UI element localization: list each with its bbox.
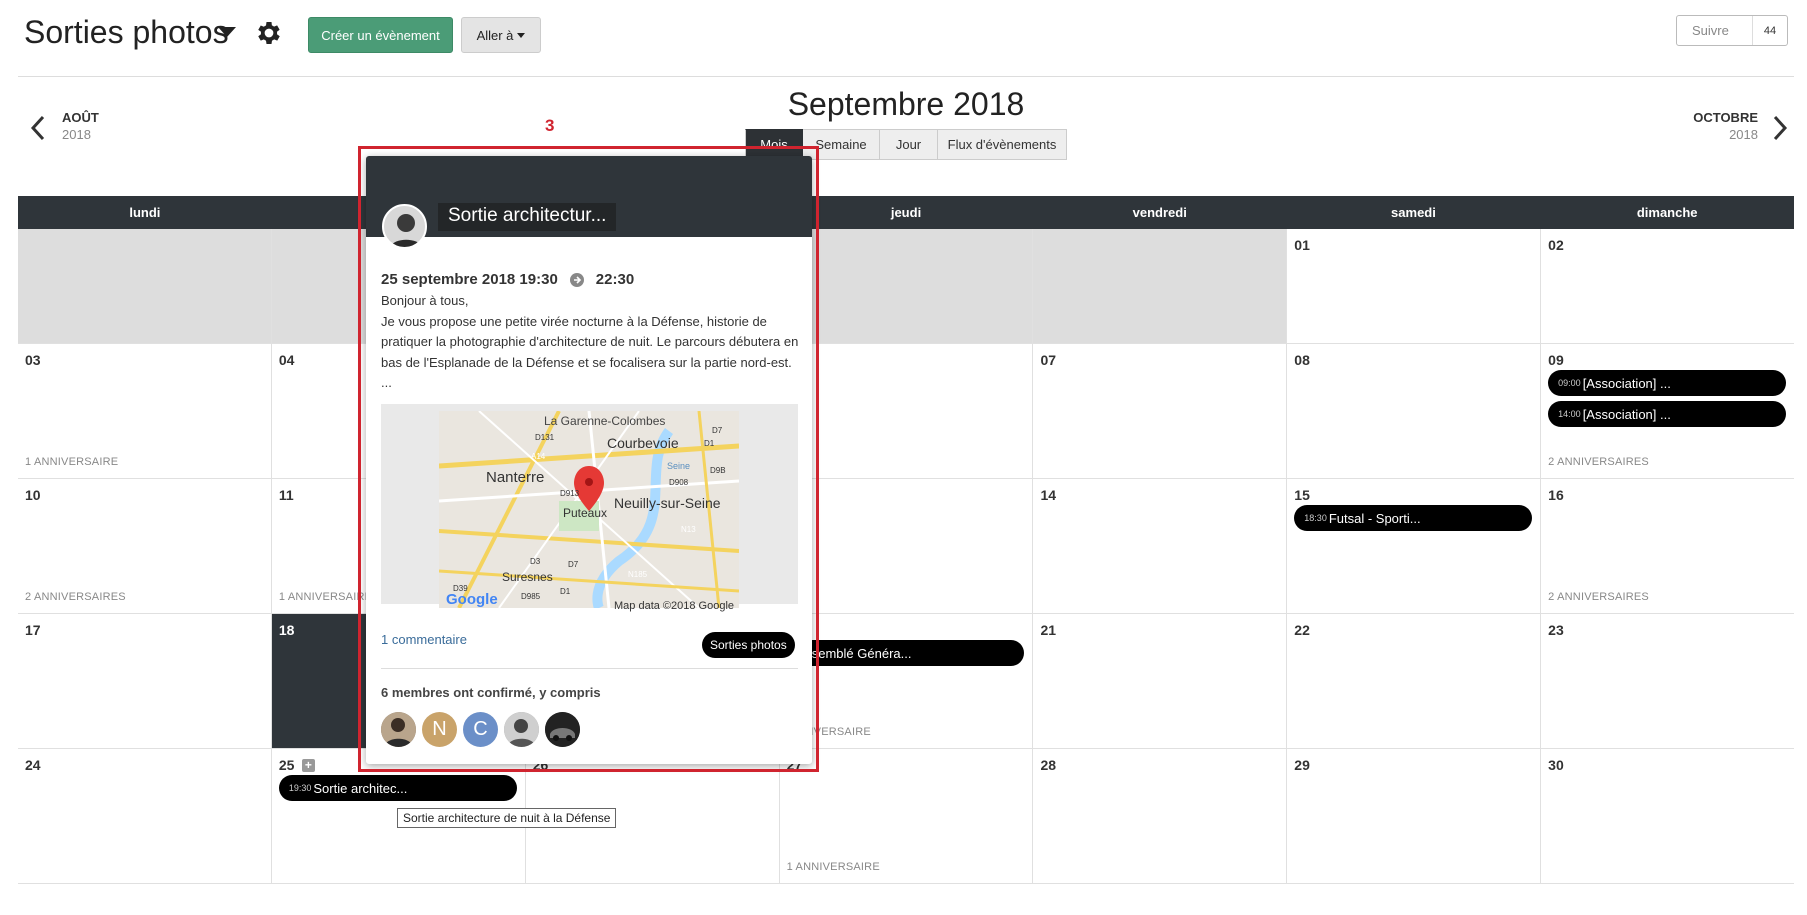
gear-icon[interactable] <box>254 18 284 48</box>
anniversary-count[interactable]: 1 ANNIVERSAIRE <box>25 456 118 468</box>
chevron-right-icon[interactable] <box>1770 114 1790 142</box>
calendar-week: 102 ANNIVERSAIRES 111 ANNIVERSAIRE 12 13… <box>18 479 1794 614</box>
create-event-button[interactable]: Créer un évènement <box>308 17 453 53</box>
event-title: [Association] ... <box>1582 406 1671 422</box>
day-number: 17 <box>25 622 41 638</box>
event-time: 09:00 <box>1558 378 1581 388</box>
event-title: Sortie architec... <box>313 780 408 796</box>
caret-down-icon[interactable] <box>218 27 236 37</box>
top-bar: Sorties photos Créer un évènement Aller … <box>0 0 1807 76</box>
divider <box>18 76 1794 77</box>
day-cell[interactable]: 14 <box>1032 479 1286 613</box>
day-number: 01 <box>1294 237 1310 253</box>
day-number: 28 <box>1040 757 1057 773</box>
weekday-label: samedi <box>1391 205 1436 220</box>
calendar-week: 031 ANNIVERSAIRE 04 05 06 07 08 09 09:00… <box>18 344 1794 479</box>
day-cell[interactable]: 03 1 ANNIVERSAIRE <box>18 344 271 478</box>
day-number: 02 <box>1548 237 1564 253</box>
day-cell[interactable]: 07 <box>1032 344 1286 478</box>
add-event-icon[interactable]: + <box>301 759 315 772</box>
highlight-box <box>358 146 819 772</box>
anniversary-count[interactable]: 2 ANNIVERSAIRES <box>1548 456 1649 468</box>
day-number: 16 <box>1548 487 1564 503</box>
day-number: 22 <box>1294 622 1310 638</box>
next-year-label: 2018 <box>1729 127 1758 142</box>
weekday-label: dimanche <box>1636 205 1698 220</box>
caret-down-icon <box>517 32 526 38</box>
event-time: 19:30 <box>288 783 312 793</box>
day-cell[interactable]: 24 <box>18 749 271 883</box>
goto-label: Aller à <box>476 27 514 43</box>
event-time: 14:00 <box>1558 409 1581 419</box>
day-number: 23 <box>1548 622 1564 638</box>
day-cell[interactable]: 10 2 ANNIVERSAIRES <box>18 479 271 613</box>
tab-feed[interactable]: Flux d'évènements <box>938 129 1067 160</box>
calendar-week: 01 02 <box>18 229 1794 344</box>
day-cell[interactable]: 08 <box>1286 344 1540 478</box>
day-cell[interactable]: 01 <box>1286 229 1540 343</box>
day-number: 03 <box>25 352 41 368</box>
day-number: 10 <box>25 487 41 503</box>
event-title: [Association] ... <box>1582 375 1671 391</box>
day-number: 07 <box>1040 352 1057 368</box>
day-cell[interactable]: 23 <box>1540 614 1794 748</box>
day-number: 08 <box>1294 352 1310 368</box>
event-pill[interactable]: Assemblé Généra... <box>786 640 1025 666</box>
day-number: 25 <box>278 757 295 773</box>
event-pill[interactable]: 09:00 [Association] ... <box>1548 370 1787 396</box>
day-number: 18 <box>278 622 295 638</box>
day-number: 30 <box>1548 757 1564 773</box>
event-pill[interactable]: 14:00 [Association] ... <box>1548 401 1787 427</box>
day-cell[interactable]: 29 <box>1286 749 1540 883</box>
day-cell[interactable]: 17 <box>18 614 271 748</box>
day-cell[interactable]: 15 18:30 Futsal - Sporti... <box>1286 479 1540 613</box>
day-number: 14 <box>1040 487 1057 503</box>
month-title: Septembre 2018 <box>787 86 1025 122</box>
weekday-header: lundi mardi mercredi jeudi vendredi same… <box>18 196 1794 229</box>
follow-count: 44 <box>1752 16 1787 45</box>
event-pill-selected[interactable]: 19:30 Sortie architec... <box>278 775 517 801</box>
next-month-label[interactable]: OCTOBRE <box>1693 110 1758 125</box>
event-tooltip: Sortie architecture de nuit à la Défense <box>397 808 617 828</box>
event-time: 18:30 <box>1304 513 1327 523</box>
calendar-week: 24 25 + 19:30 Sortie architec... 26 27 1 A… <box>18 749 1794 884</box>
event-pill[interactable]: 18:30 Futsal - Sporti... <box>1294 505 1533 531</box>
follow-label: Suivre <box>1692 23 1729 38</box>
highlight-label: 3 <box>545 116 555 135</box>
day-cell[interactable]: 30 <box>1540 749 1794 883</box>
day-cell[interactable]: 16 2 ANNIVERSAIRES <box>1540 479 1794 613</box>
goto-button[interactable]: Aller à <box>461 17 541 53</box>
follow-button[interactable]: Suivre 44 <box>1676 15 1788 46</box>
day-number: 24 <box>25 757 41 773</box>
group-title[interactable]: Sorties photos <box>24 14 229 51</box>
day-number: 04 <box>278 352 295 368</box>
prev-year-label: 2018 <box>62 127 91 142</box>
event-title: Futsal - Sporti... <box>1328 510 1421 526</box>
day-cell[interactable]: 21 <box>1032 614 1286 748</box>
day-cell[interactable]: 09 09:00 [Association] ... 14:00 [Associat… <box>1540 344 1794 478</box>
anniversary-count[interactable]: 2 ANNIVERSAIRES <box>25 591 126 603</box>
calendar-week: 17 18 19 20 Assemblé Généra... ANNIVERSA… <box>18 614 1794 749</box>
day-cell-empty <box>1032 229 1287 343</box>
day-cell[interactable]: 02 <box>1540 229 1794 343</box>
day-number: 09 <box>1548 352 1564 368</box>
day-cell-empty <box>18 229 271 343</box>
day-cell[interactable]: 28 <box>1032 749 1286 883</box>
month-calendar: lundi mardi mercredi jeudi vendredi same… <box>18 196 1794 884</box>
tab-day[interactable]: Jour <box>880 129 938 160</box>
day-number: 11 <box>278 487 294 503</box>
prev-month-label[interactable]: AOÛT <box>62 110 99 125</box>
weekday-label: lundi <box>129 205 161 220</box>
day-number: 29 <box>1294 757 1310 773</box>
day-number: 21 <box>1040 622 1057 638</box>
anniversary-count[interactable]: 2 ANNIVERSAIRES <box>1548 591 1649 603</box>
anniversary-count[interactable]: 1 ANNIVERSAIRE <box>787 861 880 873</box>
day-number: 15 <box>1294 487 1310 503</box>
chevron-left-icon[interactable] <box>28 114 48 142</box>
day-cell[interactable]: 22 <box>1286 614 1540 748</box>
weekday-label: vendredi <box>1132 205 1187 220</box>
